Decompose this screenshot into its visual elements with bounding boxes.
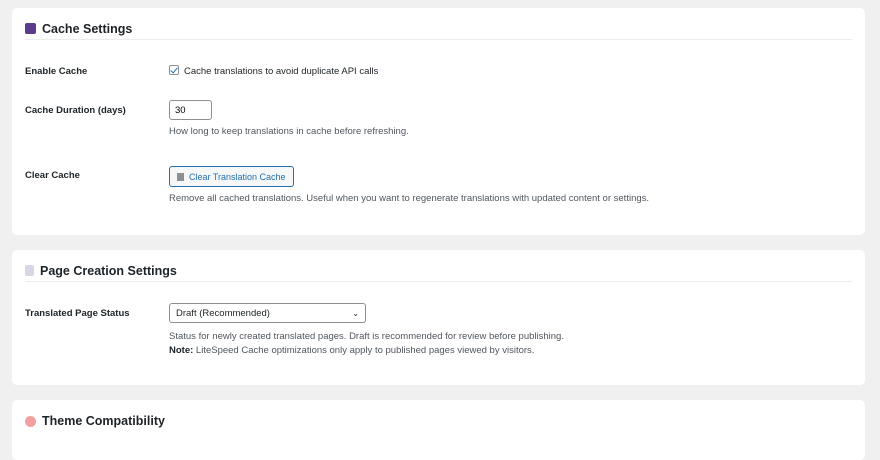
enable-cache-label: Enable Cache [25, 66, 88, 77]
cache-duration-field: How long to keep translations in cache b… [169, 100, 409, 139]
clear-cache-label: Clear Cache [25, 170, 80, 181]
page-creation-header: Page Creation Settings [25, 260, 852, 282]
enable-cache-field[interactable]: Cache translations to avoid duplicate AP… [169, 65, 378, 77]
cache-duration-desc: How long to keep translations in cache b… [169, 126, 409, 137]
chevron-down-icon: ⌄ [352, 308, 359, 318]
select-value: Draft (Recommended) [176, 307, 270, 319]
cache-duration-input[interactable] [169, 100, 212, 120]
note-text: LiteSpeed Cache optimizations only apply… [193, 345, 535, 356]
clear-translation-cache-button[interactable]: Clear Translation Cache [169, 166, 294, 187]
note: Note: LiteSpeed Cache optimizations only… [169, 344, 564, 358]
page-status-select[interactable]: Draft (Recommended) ⌄ [169, 303, 366, 323]
palette-icon [25, 415, 36, 427]
theme-compat-header: Theme Compatibility [25, 410, 852, 432]
page-creation-card: Page Creation Settings Translated Page S… [12, 250, 865, 385]
clear-button-label: Clear Translation Cache [189, 171, 286, 182]
section-title: Cache Settings [42, 21, 133, 36]
page-status-desc: Status for newly created translated page… [169, 331, 564, 342]
theme-compat-card: Theme Compatibility [12, 400, 865, 460]
cache-settings-card: Cache Settings Enable Cache Cache transl… [12, 8, 865, 235]
trash-icon [177, 172, 184, 181]
section-title: Page Creation Settings [40, 263, 177, 278]
section-title: Theme Compatibility [42, 414, 165, 428]
cache-settings-header: Cache Settings [25, 18, 852, 40]
note-label: Note: [169, 345, 194, 356]
clear-cache-desc: Remove all cached translations. Useful w… [169, 193, 650, 204]
enable-cache-checkbox[interactable] [169, 65, 179, 75]
clear-cache-field: Clear Translation Cache Remove all cache… [169, 166, 649, 206]
page-icon [25, 265, 34, 276]
page-status-field: Draft (Recommended) ⌄ Status for newly cr… [169, 303, 564, 358]
page-status-label: Translated Page Status [25, 308, 130, 319]
cache-duration-label: Cache Duration (days) [25, 105, 126, 116]
floppy-disk-icon [25, 23, 36, 34]
enable-cache-text: Cache translations to avoid duplicate AP… [184, 66, 379, 77]
